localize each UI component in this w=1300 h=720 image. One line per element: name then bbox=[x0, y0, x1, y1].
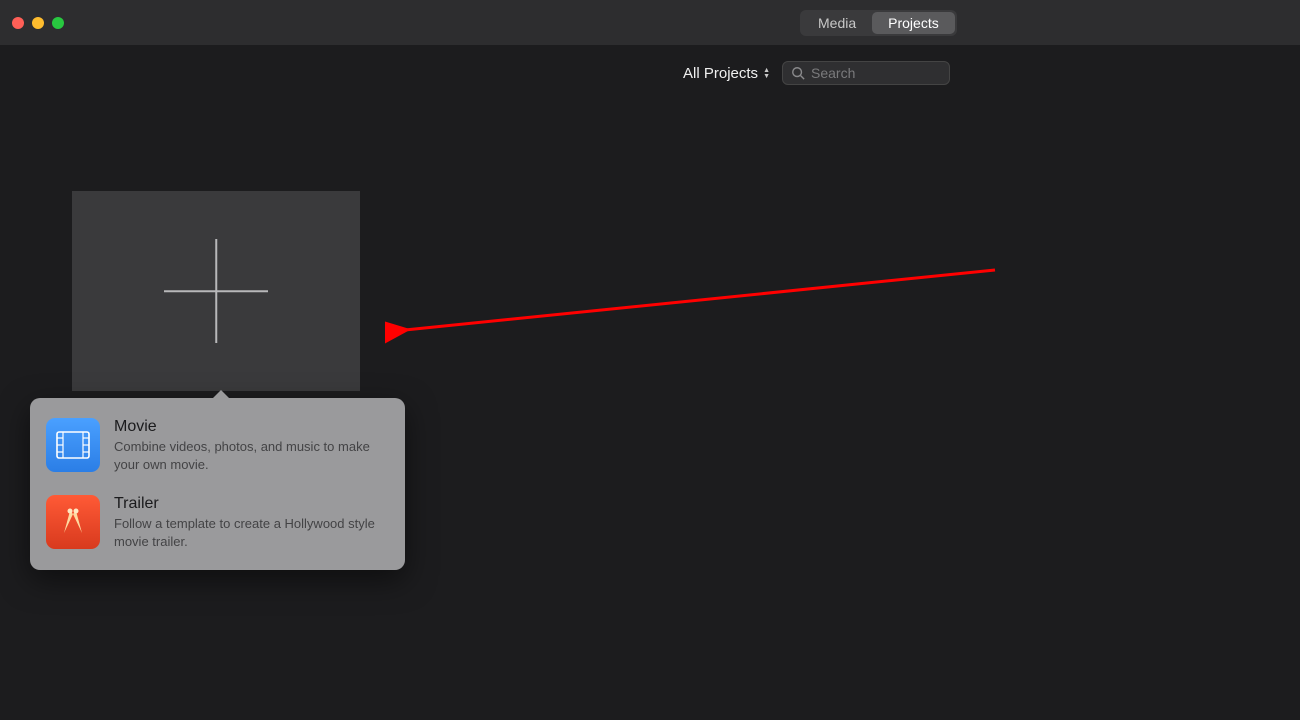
projects-filter-dropdown[interactable]: All Projects ▲▼ bbox=[683, 65, 770, 82]
close-window-button[interactable] bbox=[12, 17, 24, 29]
titlebar: Media Projects bbox=[0, 0, 1300, 45]
search-field[interactable] bbox=[782, 61, 950, 85]
search-input[interactable] bbox=[811, 65, 941, 81]
popover-arrow bbox=[212, 390, 230, 399]
trailer-description: Follow a template to create a Hollywood … bbox=[114, 515, 389, 550]
filter-label: All Projects bbox=[683, 65, 758, 82]
popover-option-movie[interactable]: Movie Combine videos, photos, and music … bbox=[46, 412, 389, 479]
trailer-title: Trailer bbox=[114, 495, 389, 513]
view-tabs: Media Projects bbox=[800, 10, 957, 36]
popover-option-text: Movie Combine videos, photos, and music … bbox=[114, 418, 389, 473]
popover-option-text: Trailer Follow a template to create a Ho… bbox=[114, 495, 389, 550]
create-new-project-tile[interactable] bbox=[72, 191, 360, 391]
plus-icon bbox=[164, 239, 268, 343]
search-icon bbox=[791, 66, 805, 80]
tab-projects[interactable]: Projects bbox=[872, 12, 955, 34]
popover-option-trailer[interactable]: Trailer Follow a template to create a Ho… bbox=[46, 489, 389, 556]
movie-description: Combine videos, photos, and music to mak… bbox=[114, 438, 389, 473]
trailer-icon bbox=[46, 495, 100, 549]
tab-media[interactable]: Media bbox=[802, 12, 872, 34]
window-controls bbox=[12, 17, 64, 29]
content-area bbox=[0, 101, 1300, 391]
new-project-popover: Movie Combine videos, photos, and music … bbox=[30, 398, 405, 570]
movie-title: Movie bbox=[114, 418, 389, 436]
toolbar: All Projects ▲▼ bbox=[0, 45, 1300, 101]
fullscreen-window-button[interactable] bbox=[52, 17, 64, 29]
chevron-updown-icon: ▲▼ bbox=[763, 68, 770, 79]
minimize-window-button[interactable] bbox=[32, 17, 44, 29]
movie-icon bbox=[46, 418, 100, 472]
